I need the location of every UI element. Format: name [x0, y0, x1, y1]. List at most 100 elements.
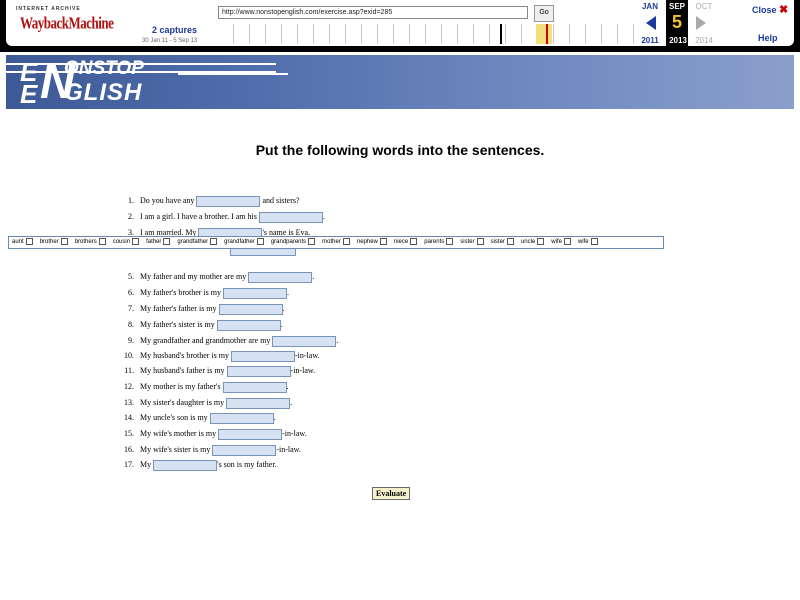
question-17: 17. My 's son is my father. — [118, 458, 277, 471]
answer-input[interactable] — [196, 195, 261, 207]
question-6: 6. My father's brother is my . — [118, 286, 289, 299]
question-11: 11. My husband's father is my -in-law. — [118, 364, 315, 377]
answer-input[interactable] — [272, 335, 337, 347]
word-bank-item: grandfather — [177, 237, 218, 248]
word-bank-word: cousin — [112, 239, 131, 245]
word-bank-checkbox[interactable] — [590, 237, 598, 245]
word-bank-checkbox[interactable] — [476, 237, 484, 245]
word-bank-word: grandfather — [177, 239, 209, 245]
question-14: 14. My uncle's son is my . — [118, 411, 276, 424]
question-10: 10. My husband's brother is my -in-law. — [118, 349, 320, 362]
next-capture-arrow-icon — [696, 16, 706, 30]
word-bank-checkbox[interactable] — [98, 237, 106, 245]
word-bank-checkbox[interactable] — [379, 237, 387, 245]
url-input[interactable]: http://www.nonstopenglish.com/exercise.a… — [218, 6, 528, 19]
question-number: 14. — [124, 413, 134, 422]
word-bank-word: niece — [393, 239, 409, 245]
banner-stripe — [178, 73, 288, 75]
wayback-logo[interactable]: WaybackMachine — [20, 13, 114, 34]
word-bank-checkbox[interactable] — [25, 237, 33, 245]
word-bank-item: nephew — [357, 237, 387, 248]
word-bank-checkbox[interactable] — [308, 237, 316, 245]
word-bank-item: grandfather — [224, 237, 264, 248]
answer-input[interactable] — [218, 428, 283, 440]
question-text: My sister's daughter is my — [140, 398, 225, 407]
question-text: My wife's mother is my — [140, 429, 217, 438]
answer-input[interactable] — [248, 271, 313, 283]
site-banner: E E N ONSTOP GLISH — [6, 55, 794, 109]
prev-capture-arrow-icon[interactable] — [646, 16, 656, 30]
word-bank-item: parents — [424, 237, 454, 248]
timeline-current-capture[interactable] — [546, 24, 548, 44]
word-bank-item: grandparents — [271, 237, 316, 248]
timeline-capture-tick[interactable] — [500, 24, 502, 44]
question-text-after: . — [282, 304, 285, 313]
answer-input[interactable] — [226, 397, 291, 409]
internet-archive-label: INTERNET ARCHIVE — [16, 6, 81, 12]
captures-link[interactable]: 2 captures — [152, 25, 197, 35]
question-number: 1. — [128, 196, 134, 205]
wayback-toolbar: INTERNET ARCHIVE WaybackMachine 2 captur… — [0, 0, 800, 52]
question-1: 1. Do you have any and sisters? — [118, 194, 300, 207]
word-bank-checkbox[interactable] — [256, 237, 264, 245]
word-bank-checkbox[interactable] — [163, 237, 171, 245]
captures-range: 30 Jan 11 - 5 Sep 13 — [142, 38, 198, 44]
question-8: 8. My father's sister is my . — [118, 318, 283, 331]
word-bank-word: grandfather — [224, 239, 255, 245]
question-text-after: . — [312, 272, 315, 281]
prev-year-link[interactable]: 2011 — [638, 36, 662, 45]
answer-input[interactable] — [216, 319, 281, 331]
word-bank-checkbox[interactable] — [537, 237, 545, 245]
current-day: 5 — [671, 12, 682, 32]
word-bank-checkbox[interactable] — [60, 237, 68, 245]
question-number: 17. — [124, 460, 134, 469]
question-text: My husband's brother is my — [140, 351, 229, 360]
word-bank-word: parents — [424, 239, 445, 245]
question-number: 9. — [128, 336, 134, 345]
question-text-after: -in-law. — [290, 366, 316, 375]
answer-input[interactable] — [218, 303, 283, 315]
answer-input[interactable] — [153, 459, 218, 471]
answer-input[interactable] — [222, 381, 287, 393]
word-bank-item: brother — [40, 237, 68, 248]
word-bank: aunt brother brothers cousin father grandfath… — [8, 236, 664, 249]
question-text: My mother is my father's — [140, 382, 221, 391]
evaluate-button[interactable]: Evaluate — [372, 487, 411, 500]
question-text: My father and my mother are my — [140, 272, 247, 281]
prev-month-link[interactable]: JAN — [638, 2, 662, 11]
word-bank-checkbox[interactable] — [210, 237, 218, 245]
question-text-after: . — [286, 382, 289, 391]
help-link[interactable]: Help — [758, 33, 778, 43]
close-icon[interactable]: ✖ — [779, 4, 788, 16]
question-text-after: -in-law. — [276, 445, 301, 454]
question-number: 15. — [124, 429, 134, 438]
word-bank-checkbox[interactable] — [506, 237, 514, 245]
word-bank-word: aunt — [12, 239, 24, 245]
word-bank-item: uncle — [521, 237, 545, 248]
timeline-current-year — [536, 24, 552, 44]
capture-timeline[interactable] — [218, 24, 634, 44]
word-bank-checkbox[interactable] — [563, 237, 571, 245]
close-button[interactable]: Close ✖ — [752, 3, 788, 16]
word-bank-word: nephew — [356, 239, 378, 245]
word-bank-word: brother — [39, 239, 59, 245]
answer-input[interactable] — [222, 287, 287, 299]
go-button[interactable]: Go — [534, 5, 554, 22]
answer-input[interactable] — [258, 211, 323, 223]
word-bank-checkbox[interactable] — [342, 237, 350, 245]
word-bank-checkbox[interactable] — [132, 237, 140, 245]
question-text-after: and sisters? — [262, 196, 300, 205]
question-text: I am a girl. I have a brother. I am his — [140, 212, 257, 221]
answer-input[interactable] — [209, 412, 274, 424]
word-bank-checkbox[interactable] — [410, 237, 418, 245]
word-bank-item: cousin — [112, 237, 140, 248]
word-bank-checkbox[interactable] — [446, 237, 454, 245]
question-text-after: . — [322, 212, 325, 221]
question-13: 13. My sister's daughter is my . — [118, 396, 292, 409]
word-bank-item: father — [146, 237, 171, 248]
word-bank-item: sister — [460, 237, 484, 248]
answer-input[interactable] — [212, 444, 277, 456]
answer-input[interactable] — [231, 350, 295, 362]
question-7: 7. My father's father is my . — [118, 302, 285, 315]
answer-input[interactable] — [226, 365, 291, 377]
